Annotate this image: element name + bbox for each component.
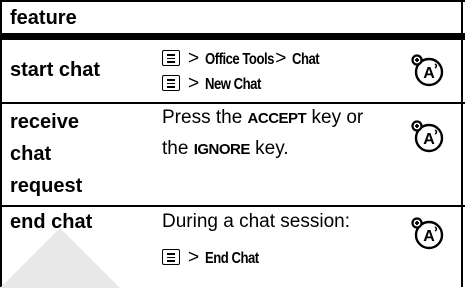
svg-text:A: A — [423, 65, 435, 82]
feature-label-line: chat — [10, 143, 52, 165]
menu-key-icon — [162, 50, 180, 66]
menu-item: Chat — [292, 51, 320, 68]
separator: > — [188, 247, 200, 268]
header-label: feature — [10, 7, 77, 29]
separator: > — [275, 48, 287, 69]
feature-description: Press the ACCEPT key or the IGNORE key. — [162, 103, 363, 165]
menu-key-icon — [162, 249, 180, 265]
menu-item: New Chat — [205, 76, 261, 93]
menu-path-line: > End Chat — [162, 243, 350, 274]
description-line: the IGNORE key. — [162, 138, 289, 159]
table-row-receive-chat-request: receive chat request Press the ACCEPT ke… — [0, 104, 465, 207]
accept-key-label: ACCEPT — [247, 110, 307, 127]
ignore-key-label: IGNORE — [193, 141, 251, 158]
voice-command-icon: A — [411, 217, 444, 250]
feature-label: receive chat request — [10, 106, 82, 202]
feature-label: start chat — [10, 59, 101, 81]
svg-text:A: A — [423, 228, 435, 245]
separator: > — [188, 73, 200, 94]
menu-key-icon — [162, 75, 180, 91]
separator: > — [188, 48, 200, 69]
svg-text:A: A — [423, 131, 435, 148]
table-header: feature — [0, 0, 465, 40]
table-row-end-chat: end chat During a chat session: > End Cha… — [0, 207, 465, 288]
table-row-start-chat: start chat > Office Tools> Chat > New Chat … — [0, 40, 465, 104]
description-line: During a chat session: — [162, 211, 350, 232]
feature-label: end chat — [10, 211, 93, 233]
voice-command-icon: A — [411, 120, 444, 153]
voice-command-icon: A — [411, 54, 444, 87]
menu-item: End Chat — [205, 250, 259, 267]
description-line: Press the ACCEPT key or — [162, 107, 364, 128]
feature-label-line: receive — [10, 111, 79, 133]
feature-label-line: request — [10, 175, 83, 197]
feature-description: During a chat session: > End Chat — [162, 207, 350, 274]
menu-path: > Office Tools> Chat > New Chat — [162, 44, 325, 100]
